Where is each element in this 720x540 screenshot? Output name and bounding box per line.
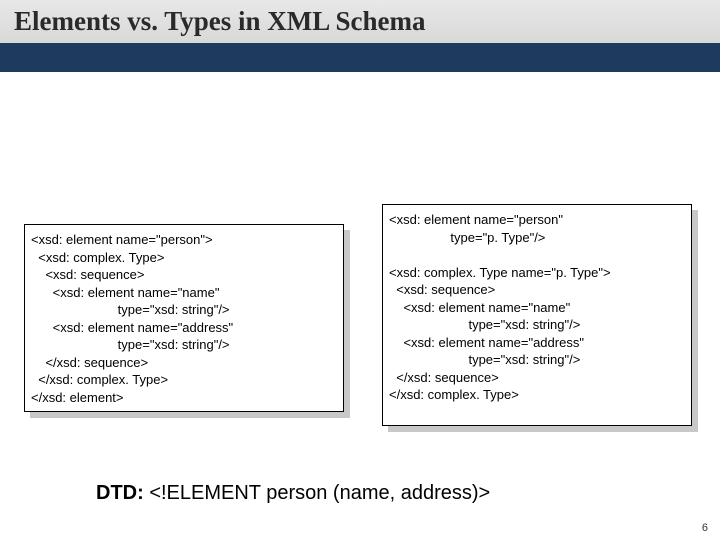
right-code: <xsd: element name="person" type="p. Typ… (383, 205, 691, 410)
left-code-box: <xsd: element name="person"> <xsd: compl… (24, 224, 344, 412)
dtd-line: DTD: <!ELEMENT person (name, address)> (96, 482, 490, 505)
slide-title: Elements vs. Types in XML Schema (14, 6, 426, 37)
right-code-box: <xsd: element name="person" type="p. Typ… (382, 204, 692, 426)
dtd-value: <!ELEMENT person (name, address)> (144, 482, 490, 504)
dtd-label: DTD: (96, 482, 144, 504)
slide-number: 6 (702, 522, 708, 534)
title-bar: Elements vs. Types in XML Schema (0, 0, 720, 72)
left-code: <xsd: element name="person"> <xsd: compl… (25, 225, 343, 412)
